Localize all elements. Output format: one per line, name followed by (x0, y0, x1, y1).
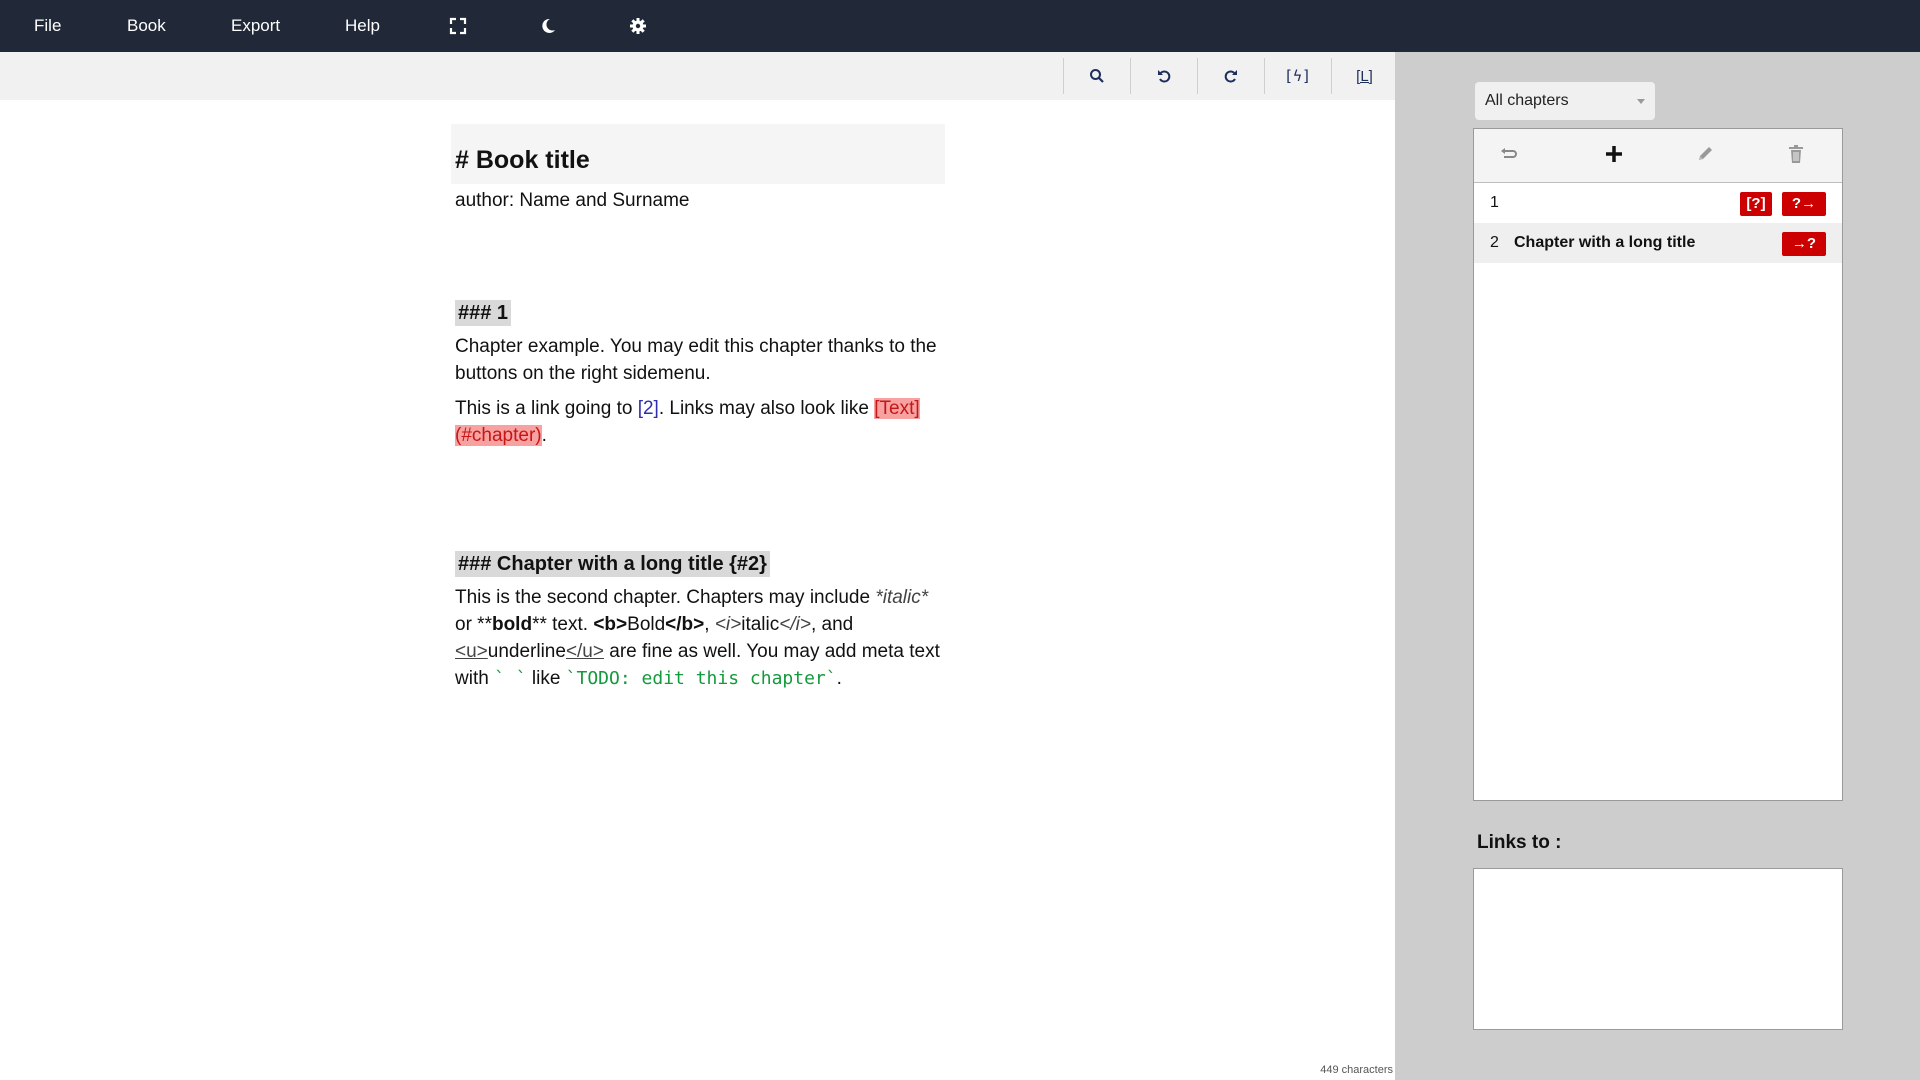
chapter-1-para-2: This is a link going to [2]. Links may a… (451, 395, 945, 449)
search-icon (1089, 68, 1105, 84)
book-title: # Book title (455, 146, 590, 174)
editor-area[interactable]: # Book title author: Name and Surname ##… (0, 100, 1395, 1080)
text: . (836, 668, 842, 689)
trash-icon (1788, 144, 1804, 168)
chapter-2-heading: ### Chapter with a long title {#2} (455, 551, 770, 577)
undo-button[interactable] (1130, 58, 1196, 94)
book-title-block: # Book title (451, 124, 945, 184)
bold-markdown: bold (491, 614, 533, 635)
text: or ** (455, 614, 492, 635)
menu-book[interactable]: Book (127, 0, 166, 52)
italic-tag-close: </i> (779, 614, 811, 635)
chapter-filter-select[interactable]: All chapters (1475, 82, 1655, 120)
meta-empty: ` ` (494, 668, 527, 689)
menu-export[interactable]: Export (231, 0, 280, 52)
chevron-down-icon (1637, 99, 1645, 104)
add-chapter-button[interactable] (1601, 143, 1627, 169)
link-button[interactable]: [L] (1331, 58, 1397, 94)
text: This is a link going to (455, 398, 638, 419)
text: . (541, 425, 547, 446)
plus-icon (1605, 145, 1623, 168)
text: This is the second chapter. Chapters may… (455, 587, 876, 608)
search-button[interactable] (1063, 58, 1129, 94)
return-button[interactable] (1496, 143, 1522, 169)
chapter-link[interactable]: [2] (638, 398, 659, 419)
text: Bold (627, 614, 666, 635)
chapter-number: 1 (1490, 194, 1499, 211)
text: italic (741, 614, 780, 635)
moon-icon[interactable] (538, 16, 558, 36)
return-icon (1499, 146, 1519, 167)
document[interactable]: # Book title author: Name and Surname ##… (451, 124, 945, 692)
unreached-badge: →? (1782, 232, 1826, 256)
bold-tag-open: <b> (593, 614, 628, 635)
chapter-number: 2 (1490, 234, 1499, 251)
chapter-filter-value: All chapters (1485, 92, 1569, 109)
pencil-icon (1696, 145, 1714, 168)
text: like (526, 668, 566, 689)
redo-icon (1223, 68, 1239, 84)
text: , and (810, 614, 854, 635)
links-to-label: Links to : (1477, 832, 1562, 853)
chapter-tools (1474, 129, 1842, 183)
chapter-row-2[interactable]: 2 Chapter with a long title →? (1474, 223, 1842, 263)
redo-button[interactable] (1197, 58, 1263, 94)
chapter-row-1[interactable]: 1 [?] ?→ (1474, 183, 1842, 223)
link-icon: [L] (1356, 67, 1373, 85)
text: , (704, 614, 715, 635)
bold-tag-close: </b> (665, 614, 705, 635)
menu-help[interactable]: Help (345, 0, 380, 52)
chapter-title: Chapter with a long title (1514, 234, 1696, 251)
chapter-2-para: This is the second chapter. Chapters may… (451, 584, 945, 692)
text: ** text. (532, 614, 594, 635)
menu-file[interactable]: File (34, 0, 61, 52)
italic-tag-open: <i> (714, 614, 742, 635)
menubar: File Book Export Help (0, 0, 1920, 52)
italic-markdown: *italic* (875, 587, 929, 608)
text: underline (487, 641, 566, 662)
lightning-link-icon: [ϟ] (1283, 67, 1312, 85)
chapter-list-panel: 1 [?] ?→ 2 Chapter with a long title →? (1473, 128, 1843, 801)
chapter-1-para-1: Chapter example. You may edit this chapt… (455, 336, 937, 384)
editor-toolbar: [ϟ] [L] (0, 52, 1395, 100)
delete-chapter-button[interactable] (1783, 143, 1809, 169)
meta-example: `TODO: edit this chapter` (565, 668, 837, 689)
lightning-link-button[interactable]: [ϟ] (1264, 58, 1330, 94)
edit-chapter-button[interactable] (1692, 143, 1718, 169)
sidebar: All chapters 1 [?] ?→ 2 Chapter with a l… (1395, 52, 1920, 1080)
underline-tag-close: </u> (565, 641, 604, 662)
underline-tag-open: <u> (455, 641, 488, 662)
dead-end-badge: ?→ (1782, 192, 1826, 216)
character-count: 449 characters (1320, 1064, 1393, 1076)
author-line: author: Name and Surname (455, 190, 690, 211)
chapter-1-heading: ### 1 (455, 300, 512, 326)
links-to-box (1473, 868, 1843, 1030)
undo-icon (1156, 68, 1172, 84)
orphan-badge: [?] (1740, 192, 1772, 216)
text: . Links may also look like (658, 398, 875, 419)
fullscreen-icon[interactable] (448, 16, 468, 36)
gear-icon[interactable] (628, 16, 648, 36)
